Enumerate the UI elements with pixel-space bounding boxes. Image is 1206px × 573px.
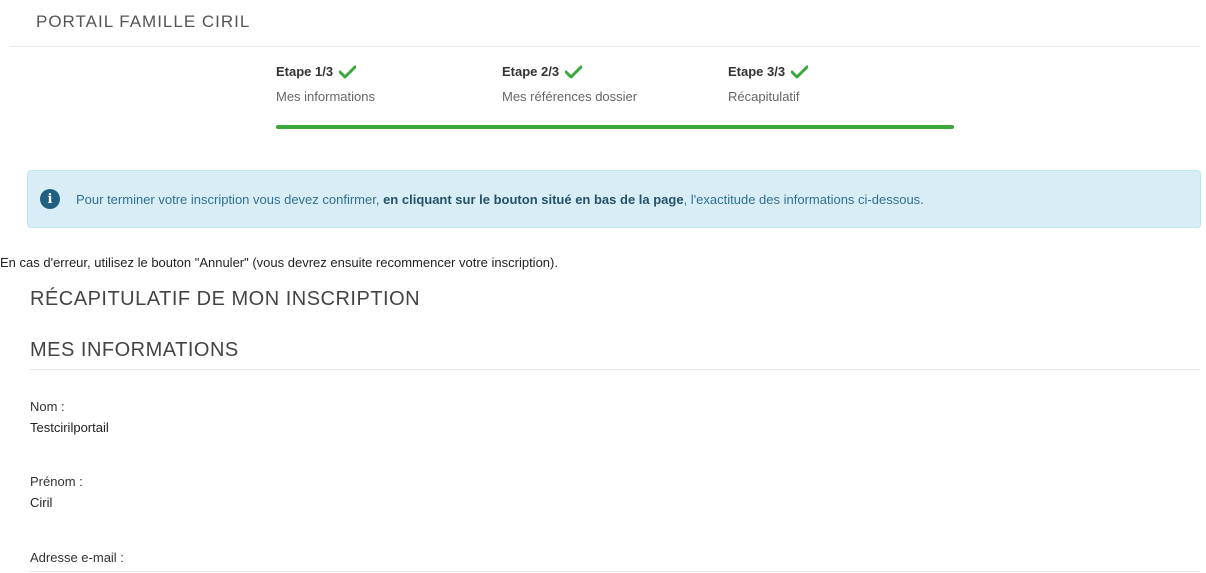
header-divider	[10, 46, 1200, 47]
portal-title: PORTAIL FAMILLE CIRIL	[36, 12, 251, 31]
field-value: Ciril	[30, 495, 53, 510]
step-3-subtitle: Récapitulatif	[728, 89, 800, 104]
field-label: Prénom :	[30, 474, 83, 489]
alert-text-after: , l'exactitude des informations ci-desso…	[683, 191, 924, 207]
alert-text-before: Pour terminer votre inscription vous dev…	[76, 191, 384, 207]
field-label: Adresse e-mail :	[30, 550, 124, 565]
info-icon: i	[40, 189, 60, 209]
section-divider	[30, 369, 1200, 370]
step-progress: Etape 1/3 Mes informations Etape 2/3 Mes…	[276, 64, 956, 134]
info-alert: i Pour terminer votre inscription vous d…	[27, 170, 1201, 228]
step-1: Etape 1/3 Mes informations	[276, 64, 375, 104]
step-1-subtitle: Mes informations	[276, 89, 375, 104]
field-nom: Nom : Testcirilportail	[30, 399, 109, 435]
check-icon	[339, 65, 357, 78]
check-icon	[565, 65, 583, 78]
bottom-divider	[30, 571, 1200, 572]
field-value: Testcirilportail	[30, 420, 109, 435]
alert-text: Pour terminer votre inscription vous dev…	[76, 192, 924, 207]
step-3-title: Etape 3/3	[728, 64, 786, 79]
infos-section-title: MES INFORMATIONS	[30, 339, 239, 361]
check-icon	[791, 65, 809, 78]
field-email: Adresse e-mail :	[30, 550, 124, 565]
step-2-subtitle: Mes références dossier	[502, 89, 638, 104]
alert-text-bold: en cliquant sur le bouton situé en bas d…	[383, 191, 684, 207]
error-note: En cas d'erreur, utilisez le bouton "Ann…	[0, 255, 558, 270]
recap-section-title: RÉCAPITULATIF DE MON INSCRIPTION	[30, 288, 421, 310]
step-1-title: Etape 1/3	[276, 64, 334, 79]
progress-bar	[276, 125, 954, 129]
field-label: Nom :	[30, 399, 65, 414]
step-2: Etape 2/3 Mes références dossier	[502, 64, 637, 104]
step-2-title: Etape 2/3	[502, 64, 560, 79]
step-3: Etape 3/3 Récapitulatif	[728, 64, 809, 104]
field-prenom: Prénom : Ciril	[30, 474, 83, 510]
